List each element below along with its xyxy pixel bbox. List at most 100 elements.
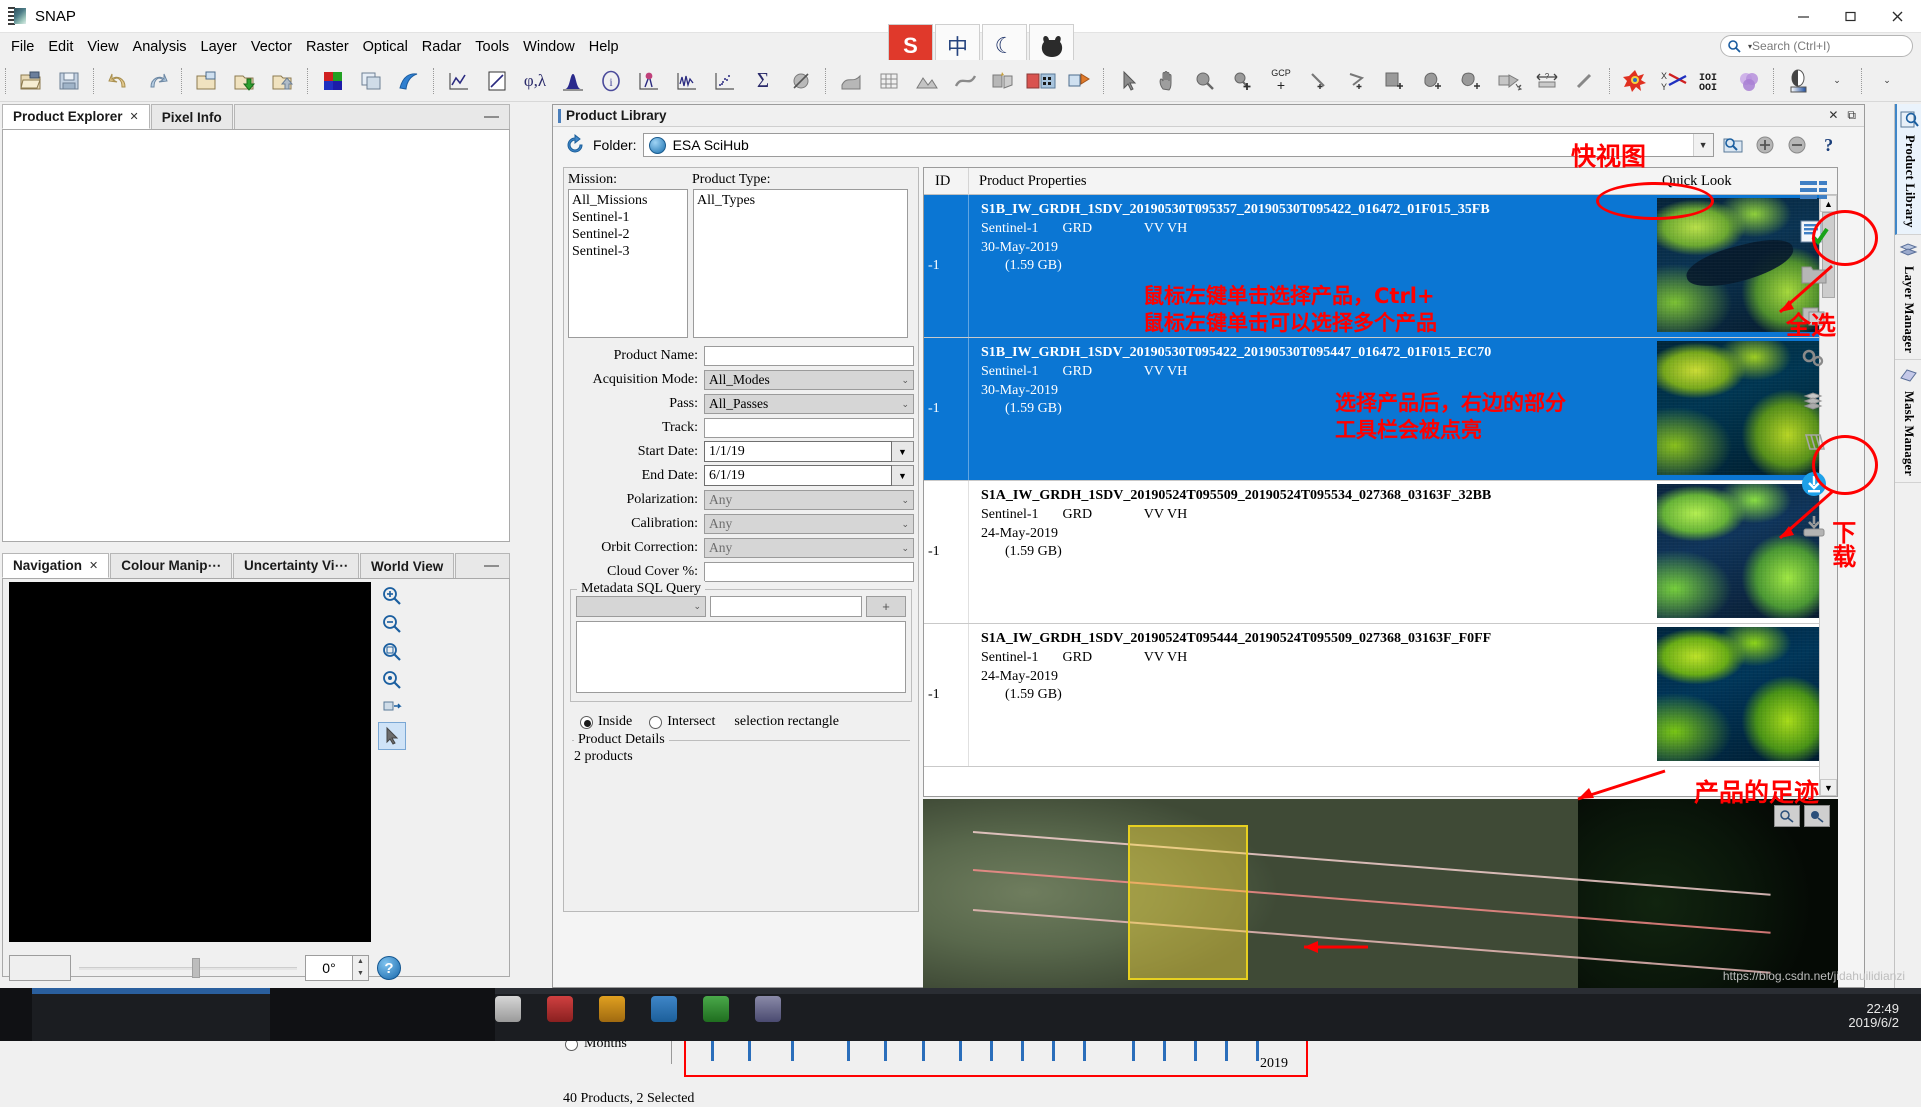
range-finder-icon[interactable]: ? <box>1528 63 1566 99</box>
sql-value-input[interactable] <box>710 596 862 617</box>
export-product-icon[interactable] <box>264 63 302 99</box>
zoom-out-icon[interactable] <box>378 610 406 638</box>
binary-icon[interactable]: IOI OOI <box>1692 63 1730 99</box>
rectangle-drawing-tool-icon[interactable] <box>1376 63 1414 99</box>
magnitude-icon[interactable] <box>478 63 516 99</box>
colour-manipulation-icon[interactable] <box>1616 63 1654 99</box>
stack-icon[interactable] <box>1794 381 1834 419</box>
histogram-icon[interactable] <box>554 63 592 99</box>
sar-wizard-icon[interactable] <box>984 63 1022 99</box>
statistics-icon[interactable]: Σ <box>744 63 782 99</box>
menu-view[interactable]: View <box>80 36 125 58</box>
taskbar-clock[interactable]: 22:49 2019/6/2 <box>1848 1002 1899 1030</box>
sql-query-textarea[interactable] <box>576 621 906 693</box>
magic-wand-icon[interactable] <box>1490 63 1528 99</box>
close-window-button[interactable] <box>1874 0 1921 33</box>
list-item[interactable]: All_Types <box>697 192 904 209</box>
cloud-cover-input[interactable] <box>704 561 914 582</box>
flip-mask-icon[interactable] <box>946 63 984 99</box>
float-window-icon[interactable]: ⧉ <box>1847 108 1856 123</box>
add-sql-condition-button[interactable]: + <box>866 596 906 617</box>
minimize-panel-button[interactable]: — <box>484 558 499 573</box>
table-row[interactable]: -1 S1A_IW_GRDH_1SDV_20190524T095444_2019… <box>924 624 1837 767</box>
menu-help[interactable]: Help <box>582 36 626 58</box>
terrain-mask-icon[interactable] <box>908 63 946 99</box>
close-icon[interactable]: ✕ <box>1828 108 1838 123</box>
list-item[interactable]: Sentinel-1 <box>572 209 684 226</box>
ellipse-drawing-tool-icon[interactable] <box>1414 63 1452 99</box>
menu-tools[interactable]: Tools <box>468 36 516 58</box>
menu-window[interactable]: Window <box>516 36 582 58</box>
stepper-down-icon[interactable]: ▼ <box>357 970 364 977</box>
column-header-product-properties[interactable]: Product Properties <box>969 173 1612 190</box>
sidebar-item-product-library[interactable]: Product Library <box>1895 104 1921 235</box>
taskbar-icon[interactable] <box>547 996 573 1022</box>
undo-icon[interactable] <box>100 63 138 99</box>
selection-rectangle[interactable] <box>1128 825 1248 980</box>
mask-area-icon[interactable] <box>782 63 820 99</box>
radio-inside[interactable] <box>580 715 593 729</box>
profile-plot-icon[interactable] <box>440 63 478 99</box>
sql-field-select[interactable]: ⌄ <box>576 596 706 617</box>
navigation-thumbnail-canvas[interactable] <box>9 582 371 942</box>
list-item[interactable]: Sentinel-3 <box>572 243 684 260</box>
tab-product-explorer[interactable]: Product Explorer ✕ <box>2 104 150 129</box>
tab-pixel-info[interactable]: Pixel Info <box>150 104 233 129</box>
refresh-icon[interactable] <box>563 133 587 157</box>
zoom-in-icon[interactable] <box>378 582 406 610</box>
end-date-picker[interactable]: 6/1/19 ▼ <box>704 465 914 486</box>
correlative-plot-icon[interactable] <box>706 63 744 99</box>
list-item[interactable]: Sentinel-2 <box>572 226 684 243</box>
help-icon[interactable]: ? <box>377 956 401 980</box>
reopen-product-icon[interactable] <box>188 63 226 99</box>
bandmath-matrix-icon[interactable] <box>1022 63 1060 99</box>
taskbar-icon[interactable] <box>495 996 521 1022</box>
menu-file[interactable]: File <box>4 36 41 58</box>
quicklook-thumbnail[interactable] <box>1657 627 1834 761</box>
pixel-info-icon[interactable] <box>1566 63 1604 99</box>
grid-mask-icon[interactable] <box>870 63 908 99</box>
pin-placing-tool-icon[interactable] <box>1224 63 1262 99</box>
pass-select[interactable]: All_Passes ⌄ <box>704 393 914 414</box>
chevron-down-icon[interactable]: ▼ <box>1692 134 1713 156</box>
stepper-up-icon[interactable]: ▲ <box>357 958 364 965</box>
subset-icon[interactable] <box>1060 63 1098 99</box>
search-input[interactable]: ▾ Search (Ctrl+I) <box>1720 35 1913 57</box>
list-view-icon[interactable] <box>1794 171 1834 209</box>
polyline-drawing-tool-icon[interactable] <box>1338 63 1376 99</box>
minimize-window-button[interactable] <box>1780 0 1827 33</box>
taskbar-icon[interactable] <box>651 996 677 1022</box>
menu-vector[interactable]: Vector <box>244 36 299 58</box>
polygon-drawing-tool-icon[interactable] <box>1452 63 1490 99</box>
ocean-colour-icon[interactable] <box>390 63 428 99</box>
zoom-tool-icon[interactable] <box>1186 63 1224 99</box>
product-type-listbox[interactable]: All_Types <box>693 189 908 338</box>
tab-uncertainty-visualisation[interactable]: Uncertainty Vi⋯ <box>232 553 360 578</box>
pan-tool-icon[interactable] <box>1148 63 1186 99</box>
remove-repository-icon[interactable] <box>1784 132 1810 158</box>
product-explorer-tree[interactable] <box>2 130 510 542</box>
calendar-dropdown-icon[interactable]: ▼ <box>892 465 914 486</box>
radio-intersect[interactable] <box>649 715 663 729</box>
column-header-id[interactable]: ID <box>924 167 969 195</box>
scatter-plot-icon[interactable] <box>630 63 668 99</box>
slider-handle[interactable] <box>192 958 201 978</box>
rotation-input[interactable]: 0° <box>305 955 353 981</box>
rgb-image-view-icon[interactable] <box>314 63 352 99</box>
taskbar-icon[interactable] <box>599 996 625 1022</box>
selection-tool-icon[interactable] <box>1110 63 1148 99</box>
sync-cursor-icon[interactable] <box>378 722 406 750</box>
contrast-icon[interactable] <box>1780 63 1818 99</box>
time-series-icon[interactable] <box>668 63 706 99</box>
row-quicklook[interactable] <box>1654 624 1837 766</box>
open-product-icon[interactable] <box>12 63 50 99</box>
information-icon[interactable]: i <box>592 63 630 99</box>
rotation-stepper[interactable]: ▲ ▼ <box>353 955 369 981</box>
land-mask-icon[interactable] <box>832 63 870 99</box>
minimize-panel-button[interactable]: — <box>484 109 499 124</box>
sidebar-item-mask-manager[interactable]: Mask Manager <box>1895 360 1921 484</box>
product-name-input[interactable] <box>704 345 914 366</box>
zoom-all-icon[interactable] <box>378 638 406 666</box>
start-date-value[interactable]: 1/1/19 <box>704 441 892 462</box>
multiple-windows-icon[interactable] <box>352 63 390 99</box>
